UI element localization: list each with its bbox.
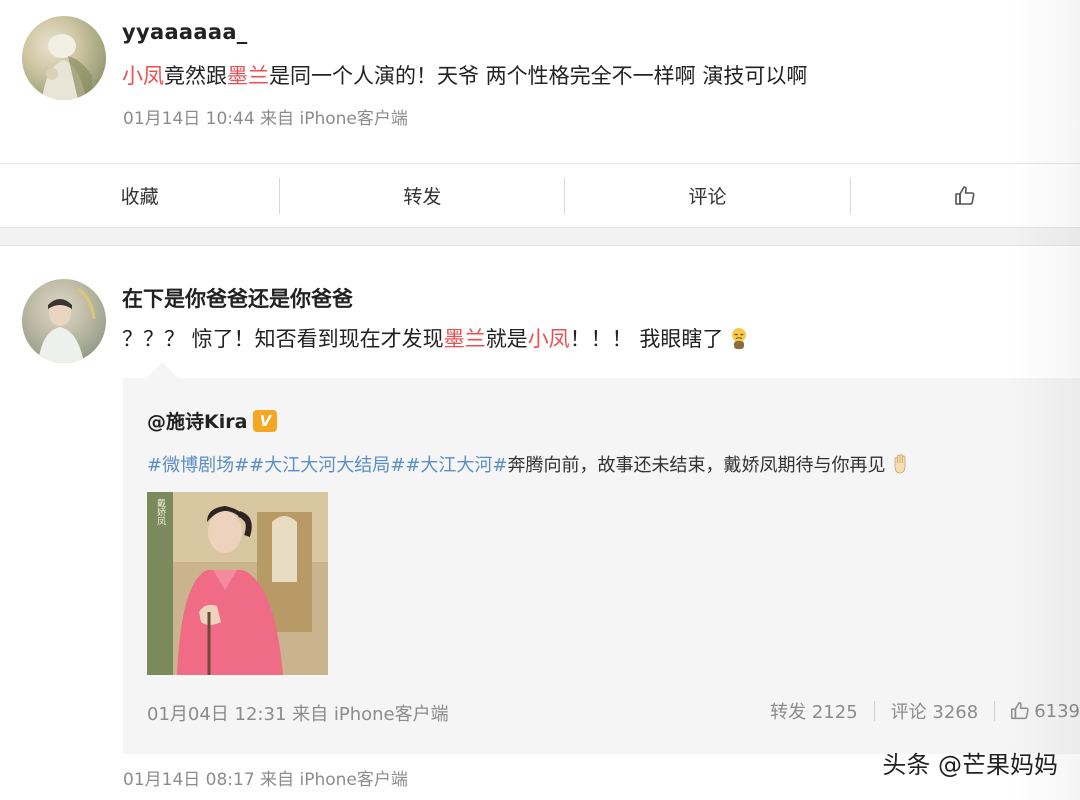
author-name[interactable]: @施诗Kira xyxy=(147,407,247,434)
text-segment: ！！！ 我眼瞎了 xyxy=(569,327,724,351)
avatar[interactable] xyxy=(22,279,106,363)
like-count-button[interactable]: 6139 xyxy=(995,700,1080,722)
collect-label: 收藏 xyxy=(120,186,159,208)
collect-button[interactable]: 收藏 xyxy=(0,164,279,227)
mention-link[interactable]: 小凤 xyxy=(528,327,570,351)
quoted-post[interactable]: @施诗Kira V #微博剧场##大江大河大结局##大江大河#奔腾向前，故事还未… xyxy=(123,378,1080,754)
hashtag-link[interactable]: #微博剧场# xyxy=(147,455,249,476)
blind-emoji-icon xyxy=(727,326,751,355)
quoted-author: @施诗Kira V xyxy=(147,407,278,434)
thumbs-up-icon xyxy=(953,184,977,208)
text-segment: 竟然跟 xyxy=(164,64,227,88)
repost-label: 转发 xyxy=(403,186,442,208)
comment-text: 小凤竟然跟墨兰是同一个人演的！天爷 两个性格完全不一样啊 演技可以啊 xyxy=(122,60,807,90)
text-segment: 就是 xyxy=(485,327,528,351)
text-segment: ？？？ 惊了！知否看到现在才发现 xyxy=(122,327,444,351)
like-button[interactable] xyxy=(851,164,1080,227)
repost-button[interactable]: 转发 xyxy=(280,164,564,227)
mention-link[interactable]: 墨兰 xyxy=(227,64,269,88)
username[interactable]: 在下是你爸爸还是你爸爸 xyxy=(122,283,353,313)
username[interactable]: yyaaaaaa_ xyxy=(122,20,248,44)
verified-badge-icon: V xyxy=(253,409,278,432)
comment-button[interactable]: 评论 xyxy=(565,164,849,227)
hashtag-link[interactable]: #大江大河大结局# xyxy=(249,455,405,476)
post-image[interactable]: 戴娇凤 xyxy=(147,492,328,675)
thumbs-up-icon xyxy=(1009,700,1034,722)
quoted-text: #微博剧场##大江大河大结局##大江大河#奔腾向前，故事还未结束，戴娇凤期待与你… xyxy=(147,451,912,480)
comment-count[interactable]: 评论 3268 xyxy=(875,698,995,724)
quoted-post-stats: 转发 2125 评论 3268 6139 xyxy=(754,698,1080,724)
post-meta: 01月14日 08:17 来自 iPhone客户端 xyxy=(123,770,408,790)
mention-link[interactable]: 墨兰 xyxy=(444,327,486,351)
quote-arrow xyxy=(146,362,178,378)
section-separator xyxy=(0,228,1080,246)
avatar[interactable] xyxy=(22,16,106,100)
mention-link[interactable]: 小凤 xyxy=(122,64,164,88)
text-segment: 是同一个人演的！天爷 两个性格完全不一样啊 演技可以啊 xyxy=(269,64,808,88)
repost-count[interactable]: 转发 2125 xyxy=(754,698,874,724)
comment-text: ？？？ 惊了！知否看到现在才发现墨兰就是小凤！！！ 我眼瞎了 xyxy=(122,323,751,355)
comment-label: 评论 xyxy=(688,186,727,208)
text-segment: 奔腾向前，故事还未结束，戴娇凤期待与你再见 xyxy=(507,455,886,476)
wave-hand-icon xyxy=(890,453,912,480)
post-meta: 01月14日 10:44 来自 iPhone客户端 xyxy=(123,109,408,129)
hashtag-link[interactable]: #大江大河# xyxy=(405,455,507,476)
watermark: 头条 @芒果妈妈 xyxy=(882,751,1058,779)
like-count: 6139 xyxy=(1034,700,1080,722)
comment-post-1: yyaaaaaa_ 小凤竟然跟墨兰是同一个人演的！天爷 两个性格完全不一样啊 演… xyxy=(0,0,1080,160)
quoted-post-meta: 01月04日 12:31 来自 iPhone客户端 xyxy=(147,704,449,725)
action-bar: 收藏 转发 评论 xyxy=(0,163,1080,228)
image-caption-text: 戴娇凤 xyxy=(155,497,166,526)
